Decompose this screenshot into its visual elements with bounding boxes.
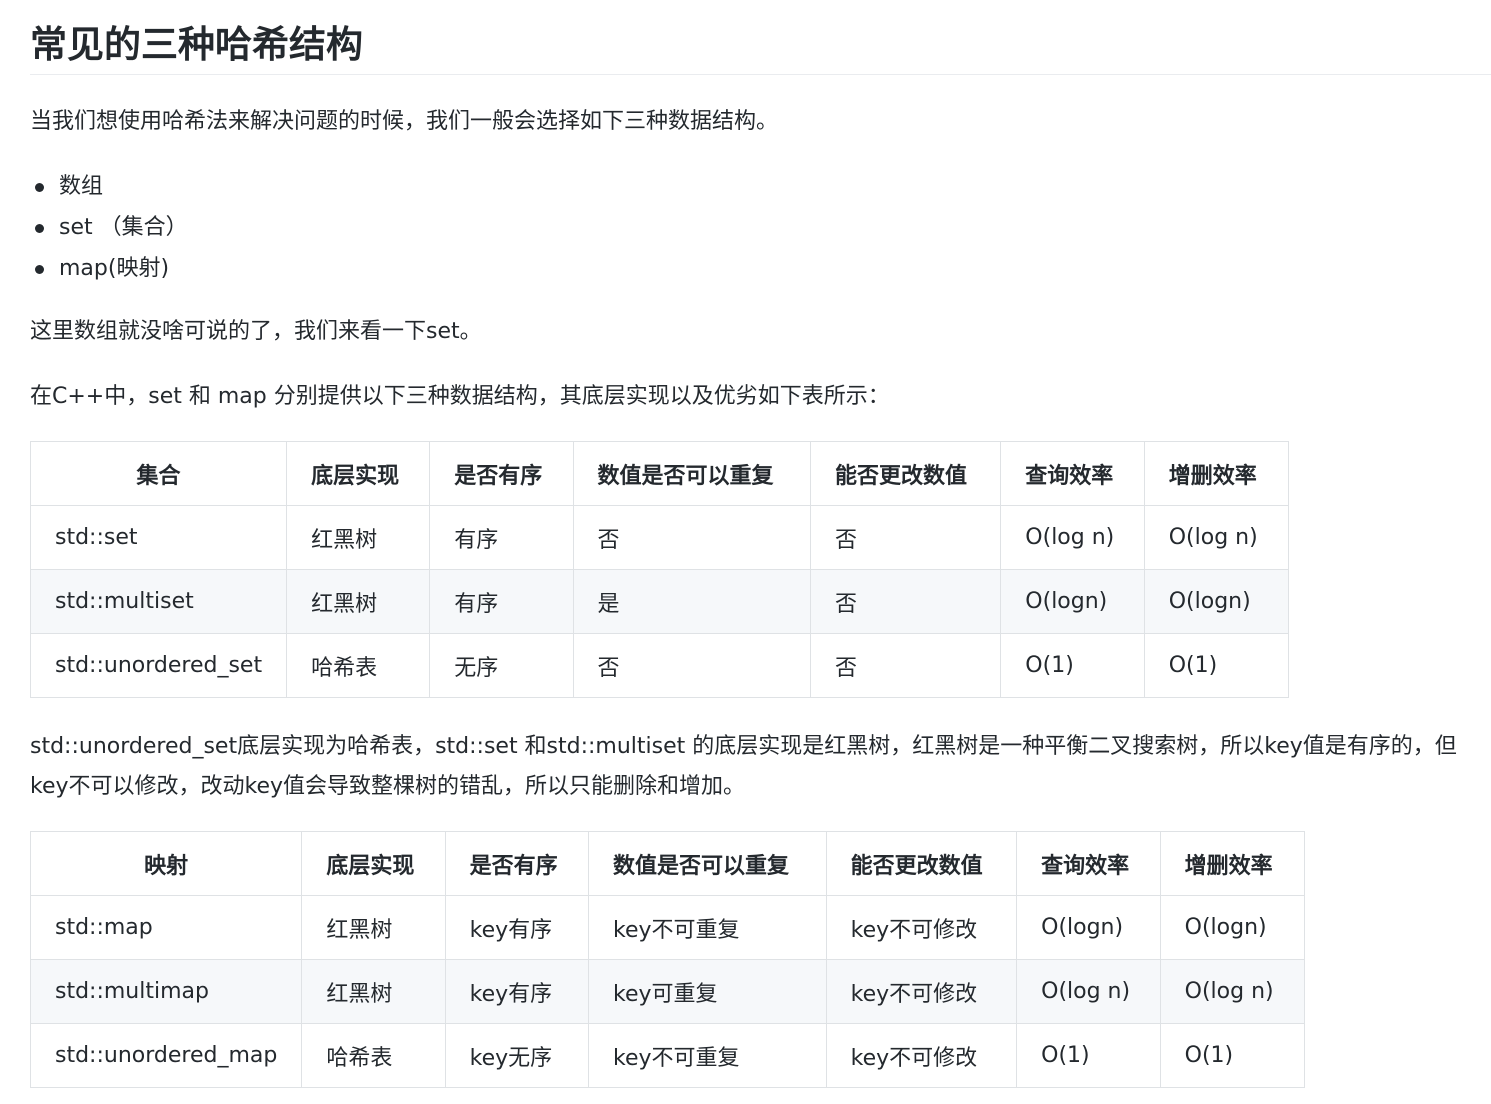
table-cell: 哈希表 <box>301 1023 446 1088</box>
table-header: 底层实现 <box>301 831 446 896</box>
table-row: std::set 红黑树 有序 否 否 O(log n) O(log n) <box>29 505 1290 570</box>
list-item: 数组 <box>30 167 188 208</box>
table-cell: O(1) <box>1159 1023 1306 1088</box>
table-cell: 无序 <box>429 633 574 698</box>
table-header: 增删效率 <box>1143 441 1290 506</box>
table-cell: std::unordered_set <box>29 633 288 698</box>
table-row: std::multimap 红黑树 key有序 key可重复 key不可修改 O… <box>29 959 1306 1024</box>
table-cell: key不可修改 <box>825 1023 1018 1088</box>
table-cell: O(1) <box>1000 633 1145 698</box>
set-table: 集合 底层实现 是否有序 数值是否可以重复 能否更改数值 查询效率 增删效率 s… <box>29 441 1290 698</box>
table-cell: 否 <box>572 505 811 570</box>
set-paragraph: 这里数组就没啥可说的了，我们来看一下set。 <box>30 319 482 344</box>
table-cell: O(logn) <box>1000 569 1145 634</box>
table-header: 能否更改数值 <box>825 831 1018 896</box>
table-cell: std::multiset <box>29 569 288 634</box>
table-cell: O(log n) <box>1016 959 1161 1024</box>
explanation-paragraph: std::unordered_set底层实现为哈希表，std::set 和std… <box>30 734 1457 799</box>
table-row: std::multiset 红黑树 有序 是 否 O(logn) O(logn) <box>29 569 1290 634</box>
table-cell: 有序 <box>429 569 574 634</box>
table-row: std::unordered_map 哈希表 key无序 key不可重复 key… <box>29 1023 1306 1088</box>
table-header: 映射 <box>29 831 303 896</box>
bullet-icon <box>35 224 44 233</box>
table-header-row: 集合 底层实现 是否有序 数值是否可以重复 能否更改数值 查询效率 增删效率 <box>29 441 1290 506</box>
table-cell: 是 <box>572 569 811 634</box>
table-cell: std::unordered_map <box>29 1023 303 1088</box>
table-header: 底层实现 <box>286 441 431 506</box>
table-header-row: 映射 底层实现 是否有序 数值是否可以重复 能否更改数值 查询效率 增删效率 <box>29 831 1306 896</box>
table-header: 数值是否可以重复 <box>572 441 811 506</box>
table-header: 数值是否可以重复 <box>587 831 827 896</box>
table-cell: O(log n) <box>1159 959 1306 1024</box>
map-table: 映射 底层实现 是否有序 数值是否可以重复 能否更改数值 查询效率 增删效率 s… <box>29 831 1306 1088</box>
table-cell: 红黑树 <box>301 959 446 1024</box>
article: 常见的三种哈希结构 当我们想使用哈希法来解决问题的时候，我们一般会选择如下三种数… <box>29 0 1491 1088</box>
table-cell: O(logn) <box>1143 569 1290 634</box>
table-header: 集合 <box>29 441 288 506</box>
table-header: 是否有序 <box>429 441 574 506</box>
table-header: 增删效率 <box>1159 831 1306 896</box>
list-item: map(映射) <box>30 249 188 290</box>
page-title: 常见的三种哈希结构 <box>30 0 1491 75</box>
table-cell: O(1) <box>1143 633 1290 698</box>
table-cell: O(logn) <box>1159 895 1306 960</box>
table-cell: key有序 <box>444 959 589 1024</box>
table-cell: std::map <box>29 895 303 960</box>
table-cell: O(log n) <box>1000 505 1145 570</box>
table-header: 查询效率 <box>1000 441 1145 506</box>
table-cell: 红黑树 <box>286 569 431 634</box>
table-cell: O(log n) <box>1143 505 1290 570</box>
table-row: std::unordered_set 哈希表 无序 否 否 O(1) O(1) <box>29 633 1290 698</box>
bullet-icon <box>35 183 44 192</box>
table-header: 查询效率 <box>1016 831 1161 896</box>
table-header: 能否更改数值 <box>809 441 1002 506</box>
table-cell: key不可重复 <box>587 1023 827 1088</box>
table-cell: 红黑树 <box>301 895 446 960</box>
table-cell: key不可重复 <box>587 895 827 960</box>
data-structure-list: 数组 set （集合） map(映射) <box>30 167 188 290</box>
table-cell: O(1) <box>1016 1023 1161 1088</box>
table-row: std::map 红黑树 key有序 key不可重复 key不可修改 O(log… <box>29 895 1306 960</box>
table-cell: 红黑树 <box>286 505 431 570</box>
table-cell: std::set <box>29 505 288 570</box>
table-cell: key不可修改 <box>825 959 1018 1024</box>
table-cell: 否 <box>809 633 1002 698</box>
table-cell: 否 <box>572 633 811 698</box>
table-cell: O(logn) <box>1016 895 1161 960</box>
table-cell: 有序 <box>429 505 574 570</box>
table-header: 是否有序 <box>444 831 589 896</box>
table-cell: 否 <box>809 505 1002 570</box>
table-cell: 哈希表 <box>286 633 431 698</box>
table-cell: key不可修改 <box>825 895 1018 960</box>
intro-paragraph: 当我们想使用哈希法来解决问题的时候，我们一般会选择如下三种数据结构。 <box>30 109 779 134</box>
table-cell: 否 <box>809 569 1002 634</box>
table-cell: key无序 <box>444 1023 589 1088</box>
list-item: set （集合） <box>30 208 188 249</box>
cpp-paragraph: 在C++中，set 和 map 分别提供以下三种数据结构，其底层实现以及优劣如下… <box>30 384 890 409</box>
table-cell: key有序 <box>444 895 589 960</box>
table-cell: std::multimap <box>29 959 303 1024</box>
bullet-icon <box>35 265 44 274</box>
table-cell: key可重复 <box>587 959 827 1024</box>
